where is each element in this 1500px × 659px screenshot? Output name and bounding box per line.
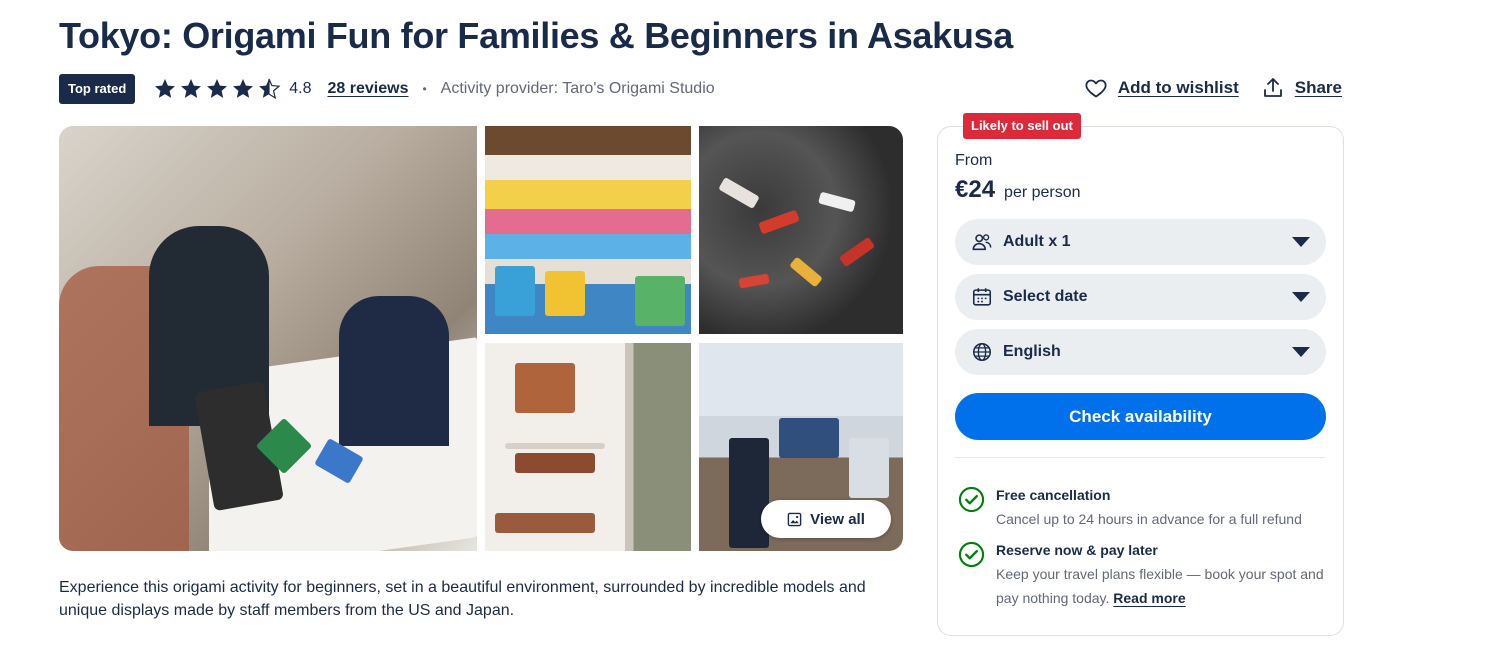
top-rated-badge: Top rated [59,74,136,104]
feature-text: Cancel up to 24 hours in advance for a f… [996,511,1302,527]
star-icon [155,79,176,98]
feature-title: Free cancellation [996,487,1111,503]
wishlist-label: Add to wishlist [1117,78,1239,97]
star-icon [233,79,254,98]
language-value: English [1003,343,1061,360]
view-all-label: View all [810,510,865,528]
star-icon [207,79,228,98]
view-all-button[interactable]: View all [761,500,891,538]
free-cancellation-feature: Free cancellation Cancel up to 24 hours … [958,486,1328,531]
image-icon [787,512,802,526]
photo-gallery: View all [59,126,903,551]
share-button[interactable]: Share [1261,76,1342,100]
read-more-link[interactable]: Read more [1113,590,1185,606]
likely-to-sell-out-badge: Likely to sell out [963,113,1081,139]
rating-value: 4.8 [289,80,312,97]
rating-row: Top rated 4.8 28 reviews • Activity prov… [59,74,715,104]
chevron-down-icon [1292,292,1310,302]
rating-stars [153,77,281,101]
language-selector[interactable]: English [955,329,1326,375]
globe-icon [972,342,992,362]
photo-origami-paper-shelf[interactable] [485,126,691,334]
share-label: Share [1294,78,1342,97]
calendar-icon [972,288,992,306]
participants-selector[interactable]: Adult x 1 [955,219,1326,265]
price: €24 [955,176,996,203]
feature-title: Reserve now & pay later [996,542,1158,558]
price-row: €24 per person [955,176,1081,204]
participants-value: Adult x 1 [1003,233,1071,250]
chevron-down-icon [1292,347,1310,357]
activity-provider: Activity provider: Taro's Origami Studio [440,80,715,97]
divider [955,457,1326,458]
check-availability-button[interactable]: Check availability [955,393,1326,440]
per-person-label: per person [1004,184,1081,201]
activity-description: Experience this origami activity for beg… [59,579,866,619]
separator-dot: • [422,82,427,96]
reviews-link[interactable]: 28 reviews [328,80,409,98]
half-star-icon [259,78,281,100]
people-icon [972,234,992,251]
photo-koi-origami-wall[interactable] [699,126,903,334]
page-title: Tokyo: Origami Fun for Families & Beginn… [59,15,1014,56]
date-selector[interactable]: Select date [955,274,1326,320]
photo-family-origami[interactable] [59,126,477,551]
feature-text: Keep your travel plans flexible — book y… [996,562,1328,610]
star-icon [181,79,202,98]
add-to-wishlist-button[interactable]: Add to wishlist [1084,76,1239,100]
share-icon [1263,78,1282,97]
chevron-down-icon [1292,237,1310,247]
heart-icon [1085,79,1107,98]
reserve-now-feature: Reserve now & pay later Keep your travel… [958,541,1328,610]
header-actions: Add to wishlist Share [1084,76,1342,100]
check-circle-icon [958,541,985,568]
from-label: From [955,152,993,169]
photo-origami-animals-shelf[interactable] [485,343,691,551]
check-circle-icon [958,486,985,513]
date-value: Select date [1003,288,1088,305]
